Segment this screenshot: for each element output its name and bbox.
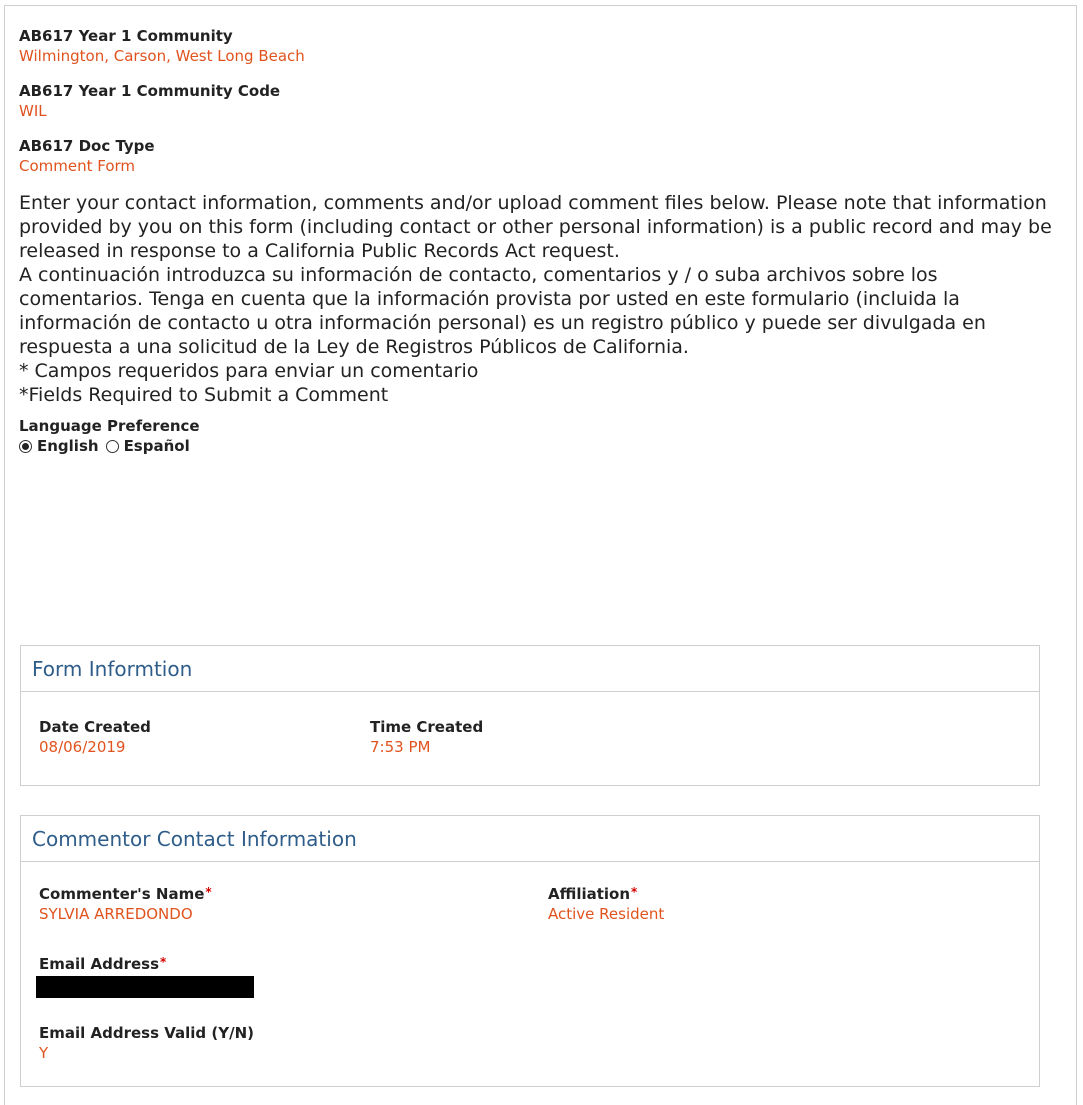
required-note-es: * Campos requeridos para enviar un comen… xyxy=(19,360,479,382)
commenter-name-value: SYLVIA ARREDONDO xyxy=(39,905,193,923)
contact-information-title: Commentor Contact Information xyxy=(21,816,1039,862)
required-asterisk: * xyxy=(205,885,212,899)
radio-selected-dot xyxy=(22,442,29,450)
affiliation-label-text: Affiliation xyxy=(548,885,631,903)
commenter-name-label-text: Commenter's Name xyxy=(39,885,205,903)
radio-english-circle[interactable] xyxy=(19,439,32,453)
date-created-field: Date Created 08/06/2019 xyxy=(39,717,151,757)
time-created-value: 7:53 PM xyxy=(370,738,431,756)
community-label: AB617 Year 1 Community xyxy=(19,27,233,45)
community-code-value: WIL xyxy=(19,102,47,120)
affiliation-value: Active Resident xyxy=(548,905,665,923)
email-valid-label: Email Address Valid (Y/N) xyxy=(39,1024,254,1042)
email-label-text: Email Address xyxy=(39,955,160,973)
intro-spanish: A continuación introduzca su información… xyxy=(19,264,986,358)
contact-information-panel: Commentor Contact Information Commenter'… xyxy=(20,815,1040,1087)
form-information-title: Form Informtion xyxy=(21,646,1039,692)
time-created-label: Time Created xyxy=(370,718,484,736)
intro-english: Enter your contact information, comments… xyxy=(19,192,1052,262)
community-code-field: AB617 Year 1 Community Code WIL xyxy=(19,81,1059,121)
affiliation-label: Affiliation* xyxy=(548,884,664,904)
doc-type-value: Comment Form xyxy=(19,157,136,175)
email-redacted-block xyxy=(36,976,254,998)
required-note-en: *Fields Required to Submit a Comment xyxy=(19,384,389,406)
form-information-panel: Form Informtion Date Created 08/06/2019 … xyxy=(20,645,1040,786)
commenter-name-label: Commenter's Name* xyxy=(39,884,212,904)
language-preference-label: Language Preference xyxy=(19,417,200,435)
required-asterisk: * xyxy=(160,955,167,969)
email-valid-field: Email Address Valid (Y/N) Y xyxy=(39,1023,254,1063)
time-created-field: Time Created 7:53 PM xyxy=(370,717,483,757)
doc-type-field: AB617 Doc Type Comment Form xyxy=(19,136,1059,176)
form-content: AB617 Year 1 Community Wilmington, Carso… xyxy=(19,26,1059,456)
radio-english-label: English xyxy=(37,437,99,455)
email-label: Email Address* xyxy=(39,954,254,974)
community-field: AB617 Year 1 Community Wilmington, Carso… xyxy=(19,26,1059,66)
email-field: Email Address* xyxy=(36,954,254,998)
radio-espanol[interactable]: Español xyxy=(105,436,190,456)
radio-espanol-circle[interactable] xyxy=(105,439,119,453)
language-radio-group: English Español xyxy=(19,436,1059,456)
required-asterisk: * xyxy=(631,885,638,899)
community-value: Wilmington, Carson, West Long Beach xyxy=(19,47,305,65)
commenter-name-field: Commenter's Name* SYLVIA ARREDONDO xyxy=(39,884,212,924)
date-created-label: Date Created xyxy=(39,718,151,736)
community-code-label: AB617 Year 1 Community Code xyxy=(19,82,281,100)
affiliation-field: Affiliation* Active Resident xyxy=(548,884,664,924)
intro-text: Enter your contact information, comments… xyxy=(19,191,1059,407)
date-created-value: 08/06/2019 xyxy=(39,738,126,756)
radio-english[interactable]: English xyxy=(19,436,99,456)
email-valid-value: Y xyxy=(39,1044,49,1062)
radio-espanol-label: Español xyxy=(123,437,190,455)
doc-type-label: AB617 Doc Type xyxy=(19,137,155,155)
